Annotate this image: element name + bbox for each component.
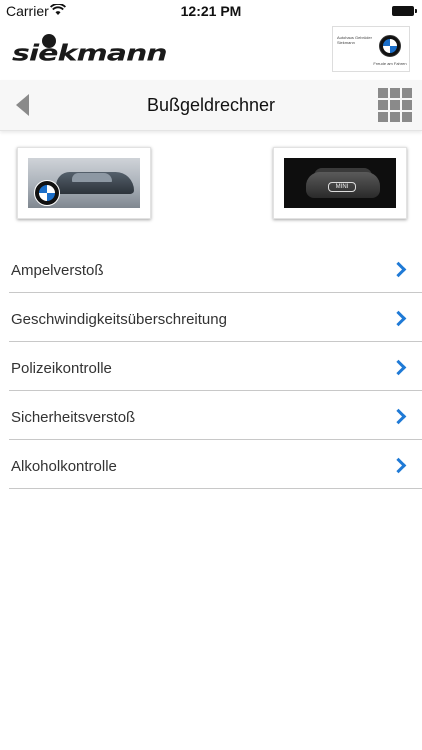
- list-item-alkoholkontrolle[interactable]: Alkoholkontrolle: [9, 440, 422, 489]
- list-item-label: Ampelverstoß: [11, 262, 104, 279]
- chevron-right-icon: [390, 457, 407, 474]
- nav-bar: Bußgeldrechner: [0, 80, 422, 131]
- dealer-badge-subtext: Freude am Fahren: [373, 61, 407, 66]
- siekmann-logo: siekmann: [12, 34, 212, 74]
- dealer-badge: Autohaus Gebrüder Siekmann Freude am Fah…: [332, 26, 410, 72]
- chevron-right-icon: [390, 408, 407, 425]
- bmw-brand-card[interactable]: [17, 147, 151, 219]
- brand-header: siekmann Autohaus Gebrüder Siekmann Freu…: [0, 22, 422, 78]
- grid-menu-icon: [378, 88, 412, 122]
- list-item-sicherheitsverstoss[interactable]: Sicherheitsverstoß: [9, 391, 422, 440]
- mini-car-image: MINI: [284, 158, 396, 208]
- list-item-polizeikontrolle[interactable]: Polizeikontrolle: [9, 342, 422, 391]
- bmw-roundel-icon: [379, 35, 401, 57]
- fine-category-list: Ampelverstoß Geschwindigkeitsüberschreit…: [9, 244, 422, 489]
- clock: 12:21 PM: [180, 3, 242, 19]
- list-item-label: Polizeikontrolle: [11, 360, 112, 377]
- list-item-label: Geschwindigkeitsüberschreitung: [11, 311, 227, 328]
- chevron-right-icon: [390, 359, 407, 376]
- list-item-ampelverstoss[interactable]: Ampelverstoß: [9, 244, 422, 293]
- mini-logo: MINI: [328, 182, 356, 192]
- page-title: Bußgeldrechner: [146, 95, 276, 115]
- dealer-badge-text: Autohaus Gebrüder Siekmann: [337, 35, 372, 45]
- chevron-right-icon: [390, 310, 407, 327]
- logo-text: siekmann: [12, 40, 168, 67]
- mini-brand-card[interactable]: MINI: [273, 147, 407, 219]
- menu-grid-button[interactable]: [378, 88, 412, 122]
- list-item-geschwindigkeit[interactable]: Geschwindigkeitsüberschreitung: [9, 293, 422, 342]
- battery-icon: [392, 6, 417, 16]
- list-item-label: Alkoholkontrolle: [11, 458, 117, 475]
- bmw-car-image: [28, 158, 140, 208]
- chevron-right-icon: [390, 261, 407, 278]
- bmw-car-window: [72, 173, 112, 182]
- list-item-label: Sicherheitsverstoß: [11, 409, 136, 426]
- status-bar: Carrier 12:21 PM: [0, 0, 422, 22]
- bmw-logo-icon: [34, 180, 60, 206]
